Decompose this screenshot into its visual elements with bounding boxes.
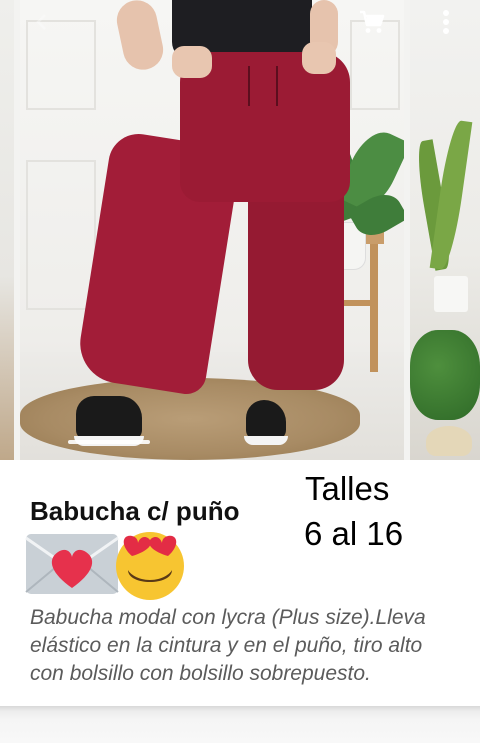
next-photo-peek[interactable] — [410, 0, 480, 460]
model-hand — [172, 46, 212, 78]
previous-photo-peek[interactable] — [0, 0, 14, 460]
model-shoe — [246, 400, 286, 440]
emoji-row — [24, 526, 194, 602]
sizes-label: Talles — [305, 470, 390, 507]
chevron-left-icon — [36, 14, 46, 30]
plant-stand-leg — [370, 244, 378, 372]
plant-bush — [410, 330, 480, 420]
sizes-range: 6 al 16 — [304, 515, 404, 552]
plant-pot — [434, 276, 468, 312]
product-title: Babucha c/ puño — [30, 496, 240, 526]
product-photo[interactable] — [20, 0, 404, 460]
love-letter-emoji — [25, 534, 119, 594]
pants-drawstring — [248, 66, 278, 106]
shopping-cart-icon — [360, 10, 385, 33]
cart-button[interactable] — [354, 6, 390, 38]
model-hand — [302, 42, 336, 74]
model-shoe — [76, 396, 142, 440]
carousel-indicator — [68, 440, 150, 444]
more-vert-icon — [443, 10, 449, 34]
product-photo-carousel[interactable] — [0, 0, 480, 460]
bottom-edge — [0, 706, 480, 743]
wall-panel — [26, 160, 96, 310]
back-button[interactable] — [28, 8, 56, 36]
heart-eyes-emoji — [116, 532, 184, 600]
basket — [426, 426, 472, 456]
product-description: Babucha modal con lycra (Plus size).Llev… — [30, 606, 426, 685]
model-arm — [113, 0, 167, 74]
more-options-button[interactable] — [432, 6, 460, 38]
shoe-sole — [244, 436, 288, 445]
